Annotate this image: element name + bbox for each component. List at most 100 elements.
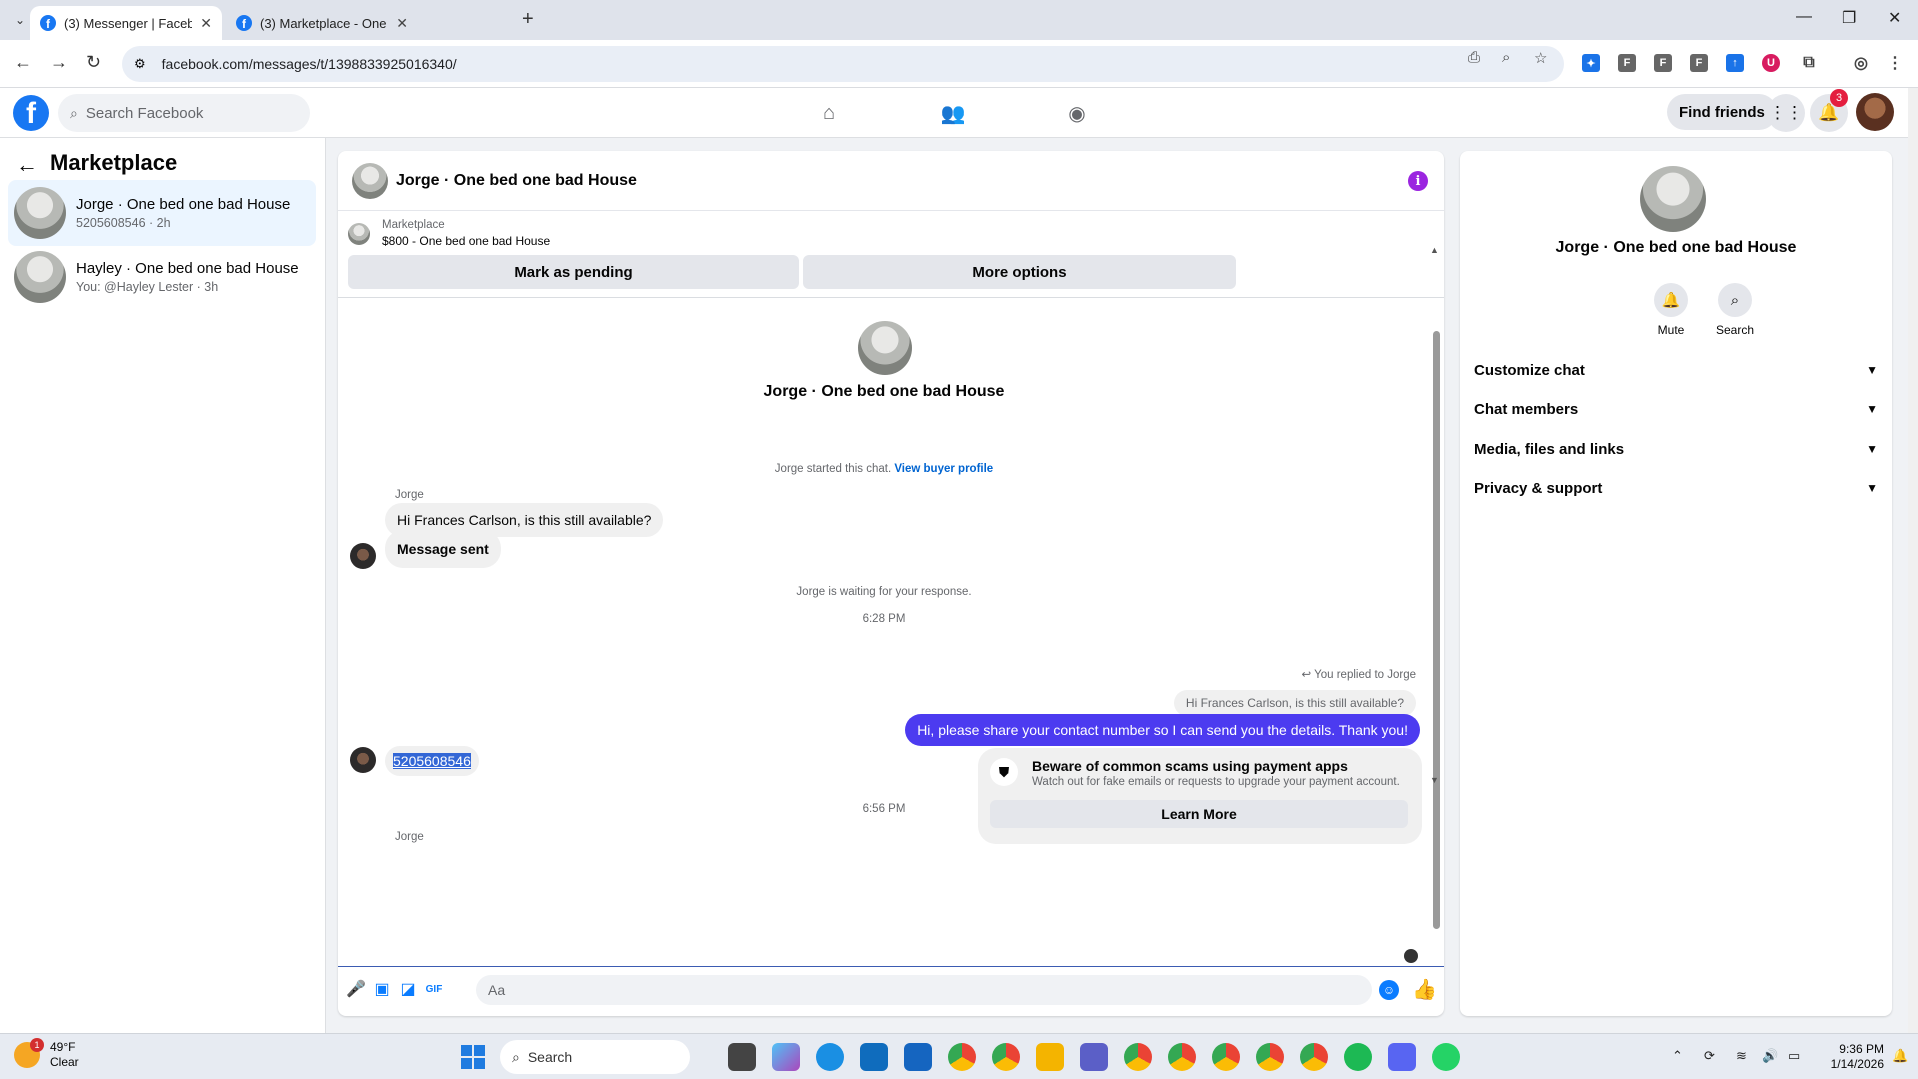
chrome-icon[interactable] <box>1256 1043 1284 1071</box>
file-explorer-icon[interactable] <box>1036 1043 1064 1071</box>
search-facebook-input[interactable]: ⌕ Search Facebook <box>58 94 310 132</box>
listing-price[interactable]: $800 - One bed one bad House <box>382 234 550 248</box>
close-tab-icon[interactable]: ✕ <box>200 15 212 32</box>
bookmark-star-icon[interactable]: ☆ <box>1534 49 1547 67</box>
battery-icon[interactable]: ▭ <box>1788 1048 1800 1064</box>
scroll-up-arrow-icon[interactable]: ▲ <box>1430 245 1439 255</box>
system-clock[interactable]: 9:36 PM 1/14/2026 <box>1826 1042 1884 1072</box>
minimize-icon[interactable]: — <box>1796 8 1812 26</box>
profile-avatar[interactable] <box>1640 166 1706 232</box>
message-input[interactable]: Aa <box>476 975 1372 1005</box>
conversation-name: Jorge · One bed one bad House <box>76 196 291 213</box>
chat-title[interactable]: Jorge · One bed one bad House <box>396 172 637 190</box>
view-buyer-profile-link[interactable]: View buyer profile <box>894 463 993 475</box>
copilot-icon[interactable] <box>772 1043 800 1071</box>
account-avatar[interactable] <box>1856 93 1894 131</box>
profile-icon[interactable]: ◎ <box>1852 54 1870 72</box>
chat-scrollbar[interactable] <box>1433 331 1440 929</box>
friends-icon[interactable]: 👥 <box>938 98 968 128</box>
extension-arrow-icon[interactable]: ↑ <box>1726 54 1744 72</box>
listing-thumbnail[interactable] <box>348 222 370 245</box>
chrome-icon[interactable] <box>1300 1043 1328 1071</box>
close-tab-icon[interactable]: ✕ <box>396 15 408 32</box>
edge-icon[interactable] <box>816 1043 844 1071</box>
facebook-logo[interactable]: f <box>13 95 49 131</box>
chat-avatar[interactable] <box>352 163 388 199</box>
tab-messenger[interactable]: f (3) Messenger | Facebook ✕ <box>30 6 222 40</box>
zoom-icon[interactable]: ⌕ <box>1502 49 1510 66</box>
page-scrollbar[interactable] <box>1908 88 1918 1033</box>
restore-icon[interactable]: ❐ <box>1842 8 1856 28</box>
groups-icon[interactable]: ◉ <box>1062 98 1092 128</box>
site-info-icon[interactable]: ⚙ <box>134 56 146 72</box>
discord-icon[interactable] <box>1388 1043 1416 1071</box>
thumbs-up-icon[interactable]: 👍 <box>1412 977 1437 1002</box>
tab-marketplace[interactable]: f (3) Marketplace - One bed one ✕ <box>226 6 418 40</box>
forward-icon[interactable]: → <box>50 52 68 73</box>
chat-members-section[interactable]: Chat members ▼ <box>1474 393 1884 425</box>
back-arrow-icon[interactable]: ← <box>16 152 38 178</box>
mute-button[interactable]: 🔔 Mute <box>1641 283 1701 337</box>
home-icon[interactable]: ⌂ <box>814 98 844 128</box>
sticker-icon[interactable]: ◪ <box>398 979 418 999</box>
conversation-item-jorge[interactable]: Jorge · One bed one bad House 5205608546… <box>8 180 316 246</box>
quoted-message[interactable]: Hi Frances Carlson, is this still availa… <box>1173 690 1416 716</box>
chevron-down-icon: ▼ <box>1866 402 1878 416</box>
new-tab-button[interactable]: + <box>522 8 534 31</box>
extension-f-icon[interactable]: F <box>1654 54 1672 72</box>
sync-icon[interactable]: ⟳ <box>1704 1048 1715 1064</box>
extension-u-icon[interactable]: U <box>1762 54 1780 72</box>
extension-puzzle-icon[interactable]: ✦ <box>1582 54 1600 72</box>
install-app-icon[interactable]: ⎙ <box>1468 49 1480 66</box>
close-window-icon[interactable]: ✕ <box>1888 8 1901 28</box>
url-input[interactable]: ⚙ facebook.com/messages/t/13988339250163… <box>122 46 1564 82</box>
store-icon[interactable] <box>904 1043 932 1071</box>
task-view-icon[interactable] <box>728 1043 756 1071</box>
photo-icon[interactable]: ▣ <box>372 979 392 999</box>
wifi-icon[interactable]: ≋ <box>1736 1048 1747 1064</box>
sender-avatar[interactable] <box>350 747 376 773</box>
browser-menu-icon[interactable]: ⋮ <box>1886 54 1904 72</box>
whatsapp-icon[interactable] <box>1432 1043 1460 1071</box>
tray-chevron-up-icon[interactable]: ⌃ <box>1672 1048 1683 1064</box>
menu-grid-icon[interactable]: ⋮⋮ <box>1767 94 1805 132</box>
gif-icon[interactable]: GIF <box>424 979 444 999</box>
chrome-icon[interactable] <box>1168 1043 1196 1071</box>
weather-widget[interactable]: 1 49°F Clear <box>14 1038 79 1070</box>
extensions-icon[interactable]: ⧉ <box>1800 54 1818 72</box>
back-icon[interactable]: ← <box>14 52 32 73</box>
mute-label: Mute <box>1657 323 1685 337</box>
conversation-item-hayley[interactable]: Hayley · One bed one bad House You: @Hay… <box>8 244 316 310</box>
chrome-icon[interactable] <box>948 1043 976 1071</box>
sender-avatar[interactable] <box>350 543 376 569</box>
customize-chat-section[interactable]: Customize chat ▼ <box>1474 354 1884 386</box>
chevron-down-icon: ▼ <box>1866 481 1878 495</box>
extension-f-icon[interactable]: F <box>1690 54 1708 72</box>
more-options-button[interactable]: More options <box>803 255 1236 289</box>
chrome-icon[interactable] <box>1212 1043 1240 1071</box>
tab-search-chevron-icon[interactable]: ⌄ <box>8 8 32 32</box>
chrome-icon[interactable] <box>992 1043 1020 1071</box>
notification-center-icon[interactable]: 🔔 <box>1892 1048 1908 1064</box>
address-bar-row: ← → ↻ ⚙ facebook.com/messages/t/13988339… <box>0 40 1918 88</box>
find-friends-button[interactable]: Find friends <box>1667 94 1777 130</box>
extension-f-icon[interactable]: F <box>1618 54 1636 72</box>
selected-phone-number[interactable]: 5205608546 <box>393 753 471 769</box>
privacy-support-section[interactable]: Privacy & support ▼ <box>1474 472 1884 504</box>
search-in-chat-button[interactable]: ⌕ Search <box>1705 283 1765 337</box>
scroll-down-arrow-icon[interactable]: ▼ <box>1430 775 1439 785</box>
teams-icon[interactable] <box>1080 1043 1108 1071</box>
chat-started-notice: Jorge started this chat. View buyer prof… <box>338 463 1430 475</box>
volume-icon[interactable]: 🔊 <box>1762 1048 1778 1064</box>
outlook-icon[interactable] <box>860 1043 888 1071</box>
reload-icon[interactable]: ↻ <box>86 52 101 73</box>
spotify-icon[interactable] <box>1344 1043 1372 1071</box>
mark-as-pending-button[interactable]: Mark as pending <box>348 255 799 289</box>
media-files-links-section[interactable]: Media, files and links ▼ <box>1474 433 1884 465</box>
taskbar-search-input[interactable]: ⌕ Search <box>500 1040 690 1074</box>
emoji-icon[interactable]: ☺ <box>1379 980 1399 1000</box>
chrome-icon[interactable] <box>1124 1043 1152 1071</box>
microphone-icon[interactable]: 🎤 <box>346 979 366 999</box>
info-icon[interactable]: i <box>1408 171 1428 191</box>
windows-start-icon[interactable] <box>461 1045 485 1069</box>
